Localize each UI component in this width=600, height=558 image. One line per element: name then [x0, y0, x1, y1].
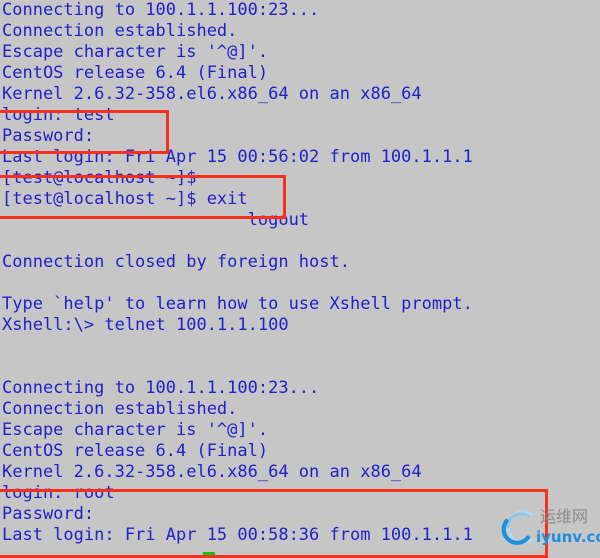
terminal-line: Connection established.: [2, 399, 238, 419]
terminal-line-last-login-root: Last login: Fri Apr 15 00:58:36 from 100…: [2, 525, 473, 545]
terminal-window[interactable]: Connecting to 100.1.1.100:23... Connecti…: [0, 0, 600, 558]
terminal-line: Kernel 2.6.32-358.el6.x86_64 on an x86_6…: [2, 462, 422, 482]
terminal-line: Last login: Fri Apr 15 00:56:02 from 100…: [2, 147, 473, 167]
text-cursor: [203, 552, 215, 556]
terminal-line-logout: logout: [2, 210, 310, 230]
terminal-line-password-root: Password:: [2, 504, 95, 524]
terminal-line-telnet-command: Xshell:\> telnet 100.1.1.100: [2, 315, 289, 335]
terminal-line-prompt-test: [test@localhost ~]$: [2, 168, 197, 188]
terminal-output: Connecting to 100.1.1.100:23... Connecti…: [0, 0, 600, 546]
terminal-line-login-root: login: root: [2, 483, 115, 503]
terminal-line: Connection closed by foreign host.: [2, 252, 350, 272]
terminal-line: CentOS release 6.4 (Final): [2, 63, 269, 83]
terminal-line-password-test: Password:: [2, 126, 95, 146]
terminal-line: Connecting to 100.1.1.100:23...: [2, 378, 320, 398]
terminal-line: Escape character is '^@]'.: [2, 42, 269, 62]
terminal-line: Connection established.: [2, 21, 238, 41]
terminal-line-help-hint: Type `help' to learn how to use Xshell p…: [2, 294, 473, 314]
terminal-line-exit-command: [test@localhost ~]$ exit: [2, 189, 248, 209]
terminal-line: Kernel 2.6.32-358.el6.x86_64 on an x86_6…: [2, 84, 422, 104]
terminal-line: Connecting to 100.1.1.100:23...: [2, 0, 320, 20]
terminal-line: CentOS release 6.4 (Final): [2, 441, 269, 461]
terminal-line: Escape character is '^@]'.: [2, 420, 269, 440]
terminal-line-login-test: login: test: [2, 105, 115, 125]
